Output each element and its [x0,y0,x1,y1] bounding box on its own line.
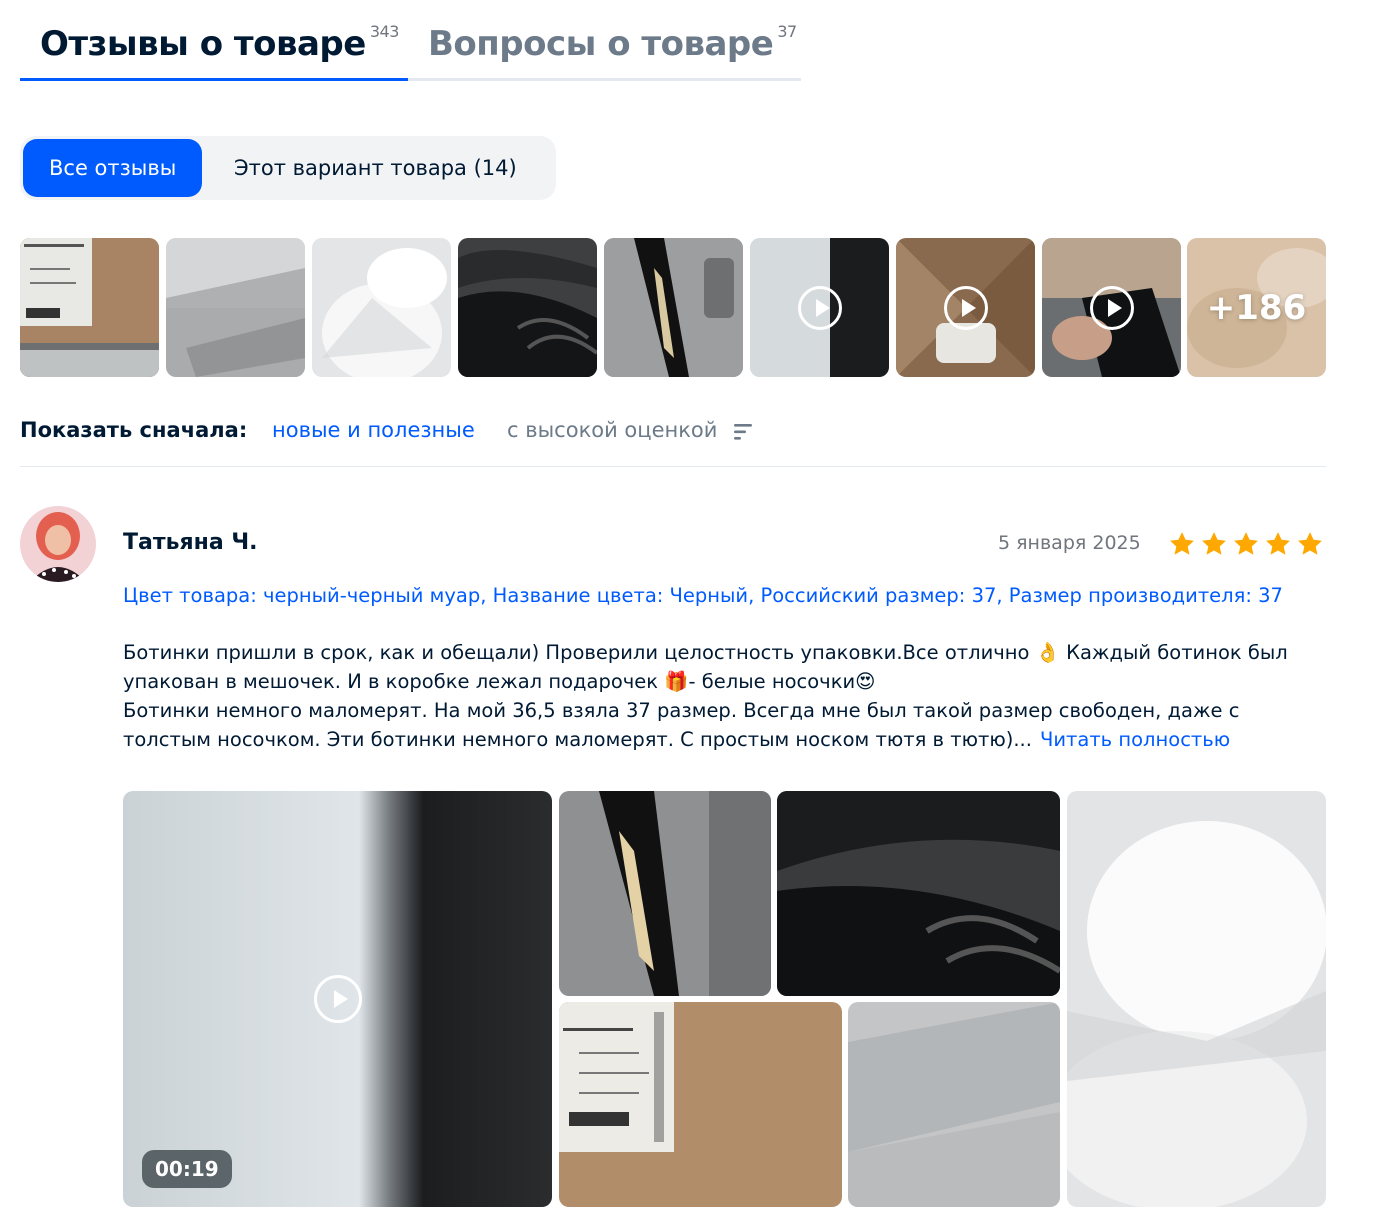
star-icon [1266,532,1290,555]
tab-reviews-label: Отзывы о товаре [40,24,366,64]
media-thumb-video-2[interactable] [896,238,1035,377]
review-filter-group: Все отзывы Этот вариант товара (14) [20,136,556,200]
sort-label: Показать сначала: [20,418,248,442]
sort-option-high-rating[interactable]: с высокой оценкой [507,418,717,442]
media-thumb-boot-sole[interactable] [604,238,743,377]
read-more-link[interactable]: Читать полностью [1040,728,1230,751]
review-photo-box-label[interactable] [559,1002,842,1207]
avatar[interactable] [20,506,96,582]
review-video[interactable]: 00:19 [123,791,552,1207]
more-media-count: +186 [1206,287,1307,328]
sort-option-new-useful[interactable]: новые и полезные [272,418,475,442]
star-icon [1170,532,1194,555]
review-photo-boot-laces[interactable] [777,791,1060,996]
review-text-paragraph-1: Ботинки пришли в срок, как и обещали) Пр… [123,641,1288,693]
review-text: Ботинки пришли в срок, как и обещали) Пр… [123,638,1313,754]
review-variant-info[interactable]: Цвет товара: черный-черный муар, Названи… [123,584,1283,607]
tab-questions[interactable]: Вопросы о товаре 37 [428,22,797,64]
tab-questions-count: 37 [777,22,797,41]
media-thumb-fabric[interactable] [166,238,305,377]
tab-reviews[interactable]: Отзывы о товаре 343 [40,22,400,64]
play-icon [797,285,842,330]
review-media-strip: +186 [20,238,1326,377]
star-icon [1202,532,1226,555]
tab-questions-label: Вопросы о товаре [428,24,774,64]
divider [20,466,1326,467]
sort-row: Показать сначала: новые и полезные с выс… [20,414,1326,454]
review-date: 5 января 2025 [998,532,1141,554]
play-icon [1089,285,1134,330]
tab-reviews-count: 343 [369,22,400,41]
review-author[interactable]: Татьяна Ч. [123,530,257,555]
review-photo-fabric[interactable] [848,1002,1060,1207]
play-icon [313,975,362,1023]
media-thumb-video-3[interactable] [1042,238,1181,377]
media-thumb-video-1[interactable] [750,238,889,377]
media-thumb-boot-laces[interactable] [458,238,597,377]
media-thumb-box-label[interactable] [20,238,159,377]
filter-this-variant[interactable]: Этот вариант товара (14) [208,139,543,197]
filter-all-reviews[interactable]: Все отзывы [23,139,203,197]
star-icon [1234,532,1258,555]
media-thumb-socks[interactable] [312,238,451,377]
star-icon [1298,532,1322,555]
review-photo-boot-sole[interactable] [559,791,771,996]
sort-icon[interactable] [734,423,754,441]
video-duration: 00:19 [142,1150,232,1188]
review-photo-socks[interactable] [1067,791,1326,1207]
review-tabs: Отзывы о товаре 343 Вопросы о товаре 37 [20,18,801,81]
active-tab-underline [20,78,408,81]
media-thumb-more[interactable]: +186 [1187,238,1326,377]
play-icon [943,285,988,330]
